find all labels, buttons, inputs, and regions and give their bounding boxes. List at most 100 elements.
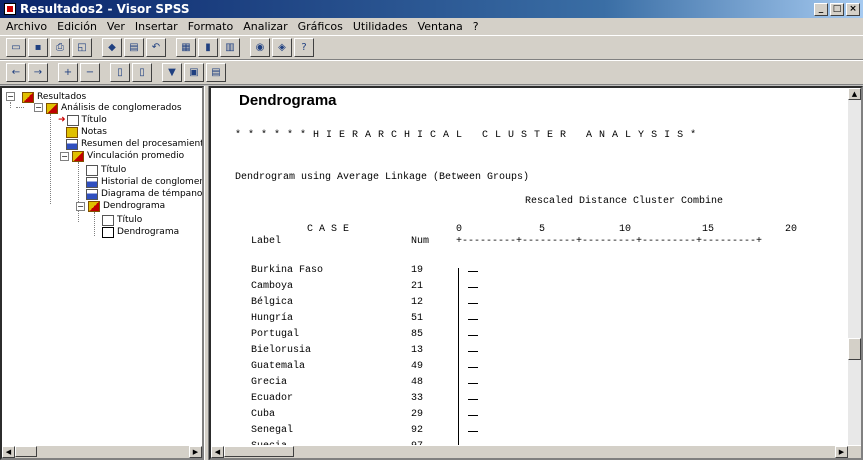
- num-header: Num: [411, 236, 430, 247]
- menu-archivo[interactable]: Archivo: [6, 20, 47, 33]
- menu-ayuda[interactable]: ?: [473, 20, 479, 33]
- title-icon: [86, 164, 98, 176]
- tree-node-titulo[interactable]: ➜ Título: [58, 114, 107, 126]
- scale-tick-0: 0: [456, 224, 463, 235]
- banner-text: * * * * * * H I E R A R C H I C A L C L …: [235, 130, 697, 141]
- help-icon[interactable]: ?: [294, 38, 314, 57]
- menu-formato[interactable]: Formato: [188, 20, 234, 33]
- output-vertical-scrollbar[interactable]: ▲: [848, 88, 861, 449]
- scroll-thumb[interactable]: [848, 338, 861, 360]
- menu-ver[interactable]: Ver: [107, 20, 125, 33]
- menu-insertar[interactable]: Insertar: [135, 20, 178, 33]
- scroll-right-icon[interactable]: ▶: [189, 446, 202, 458]
- tree-horizontal-scrollbar[interactable]: ◀ ▶: [2, 445, 202, 458]
- menu-analizar[interactable]: Analizar: [243, 20, 287, 33]
- title-bar: Resultados2 - Visor SPSS _ □ ×: [0, 0, 863, 18]
- dialog-recall-icon[interactable]: ▤: [124, 38, 144, 57]
- scale-tick-20: 20: [785, 224, 798, 235]
- case-label: Camboya: [251, 281, 294, 292]
- minimize-button[interactable]: _: [814, 2, 828, 16]
- insert-text-icon[interactable]: ▤: [206, 63, 226, 82]
- hide-icon[interactable]: ▯: [132, 63, 152, 82]
- show-icon[interactable]: ▯: [110, 63, 130, 82]
- scroll-up-icon[interactable]: ▲: [848, 88, 861, 100]
- case-label: Grecia: [251, 377, 288, 388]
- notes-icon: [66, 126, 78, 138]
- collapse-icon[interactable]: −: [80, 63, 100, 82]
- select-last-output-icon[interactable]: ◈: [272, 38, 292, 57]
- standard-toolbar: ▭ ▪ ⎙ ◱ ◆ ▤ ↶ ▦ ▮ ▥ ◉ ◈ ?: [0, 35, 863, 60]
- case-num: 92: [411, 425, 424, 436]
- collapse-dendrograma-icon[interactable]: −: [76, 202, 85, 211]
- menu-utilidades[interactable]: Utilidades: [353, 20, 408, 33]
- tree-node-vinculacion[interactable]: Vinculación promedio: [72, 150, 184, 162]
- label-header: Label: [251, 236, 282, 247]
- scale-tick-15: 15: [702, 224, 715, 235]
- tree-node-dendrograma-item[interactable]: Dendrograma: [102, 226, 179, 238]
- chart-icon: [86, 188, 98, 200]
- tree-node-cluster-analysis[interactable]: Análisis de conglomerados: [46, 102, 182, 114]
- title-icon: [66, 114, 79, 126]
- case-label: Cuba: [251, 409, 276, 420]
- case-num: 19: [411, 265, 424, 276]
- case-label: Bélgica: [251, 297, 294, 308]
- export-icon[interactable]: ◆: [102, 38, 122, 57]
- close-button[interactable]: ×: [846, 2, 860, 16]
- menu-graficos[interactable]: Gráficos: [298, 20, 343, 33]
- tree-node-notas[interactable]: Notas: [66, 126, 107, 138]
- table-icon: [66, 138, 78, 150]
- menu-edicion[interactable]: Edición: [57, 20, 97, 33]
- maximize-button[interactable]: □: [830, 2, 844, 16]
- spss-app-icon: [4, 3, 16, 15]
- tree-node-diagrama[interactable]: Diagrama de témpanos: [86, 188, 202, 200]
- expand-icon[interactable]: +: [58, 63, 78, 82]
- designate-window-icon[interactable]: ◉: [250, 38, 270, 57]
- scale-tick-5: 5: [539, 224, 546, 235]
- case-label: Portugal: [251, 329, 300, 340]
- goto-data-icon[interactable]: ▦: [176, 38, 196, 57]
- window-title: Resultados2 - Visor SPSS: [20, 2, 190, 16]
- current-item-arrow-icon: ➜: [58, 115, 66, 125]
- case-num: 48: [411, 377, 424, 388]
- menu-ventana[interactable]: Ventana: [418, 20, 463, 33]
- insert-title-icon[interactable]: ▣: [184, 63, 204, 82]
- tree-node-historial[interactable]: Historial de conglomeración: [86, 176, 202, 188]
- tree-node-titulo-3[interactable]: Título: [102, 214, 142, 226]
- goto-chart-icon[interactable]: ▮: [198, 38, 218, 57]
- scroll-thumb[interactable]: [15, 446, 37, 457]
- collapse-root-icon[interactable]: −: [6, 92, 15, 101]
- scroll-right-icon[interactable]: ▶: [835, 446, 848, 458]
- case-label: Ecuador: [251, 393, 294, 404]
- insert-heading-icon[interactable]: ▼: [162, 63, 182, 82]
- tree-node-dendrograma-folder[interactable]: Dendrograma: [88, 200, 165, 212]
- scroll-left-icon[interactable]: ◀: [2, 446, 15, 458]
- book-icon: [88, 200, 100, 212]
- print-icon[interactable]: ⎙: [50, 38, 70, 57]
- scroll-left-icon[interactable]: ◀: [211, 446, 224, 458]
- dendrogram-subtitle: Dendrogram using Average Linkage (Betwee…: [235, 172, 530, 183]
- case-num: 21: [411, 281, 424, 292]
- case-label: Burkina Faso: [251, 265, 324, 276]
- variables-icon[interactable]: ▥: [220, 38, 240, 57]
- case-num: 51: [411, 313, 424, 324]
- demote-icon[interactable]: →: [28, 63, 48, 82]
- output-horizontal-scrollbar[interactable]: ◀ ▶: [211, 445, 861, 458]
- tree-node-titulo-2[interactable]: Título: [86, 164, 126, 176]
- book-icon: [46, 102, 58, 114]
- case-num: 29: [411, 409, 424, 420]
- output-pane: Dendrograma * * * * * * H I E R A R C H …: [209, 86, 863, 460]
- collapse-vinculacion-icon[interactable]: −: [60, 152, 69, 161]
- open-icon[interactable]: ▭: [6, 38, 26, 57]
- scroll-thumb[interactable]: [224, 446, 294, 457]
- promote-icon[interactable]: ←: [6, 63, 26, 82]
- case-num: 33: [411, 393, 424, 404]
- case-num: 49: [411, 361, 424, 372]
- case-num: 13: [411, 345, 424, 356]
- case-num: 85: [411, 329, 424, 340]
- scale-rule: +---------+---------+---------+---------…: [456, 236, 763, 247]
- undo-icon[interactable]: ↶: [146, 38, 166, 57]
- tree-node-resumen[interactable]: Resumen del procesamiento: [66, 138, 202, 150]
- collapse-cluster-icon[interactable]: −: [34, 103, 43, 112]
- save-icon[interactable]: ▪: [28, 38, 48, 57]
- print-preview-icon[interactable]: ◱: [72, 38, 92, 57]
